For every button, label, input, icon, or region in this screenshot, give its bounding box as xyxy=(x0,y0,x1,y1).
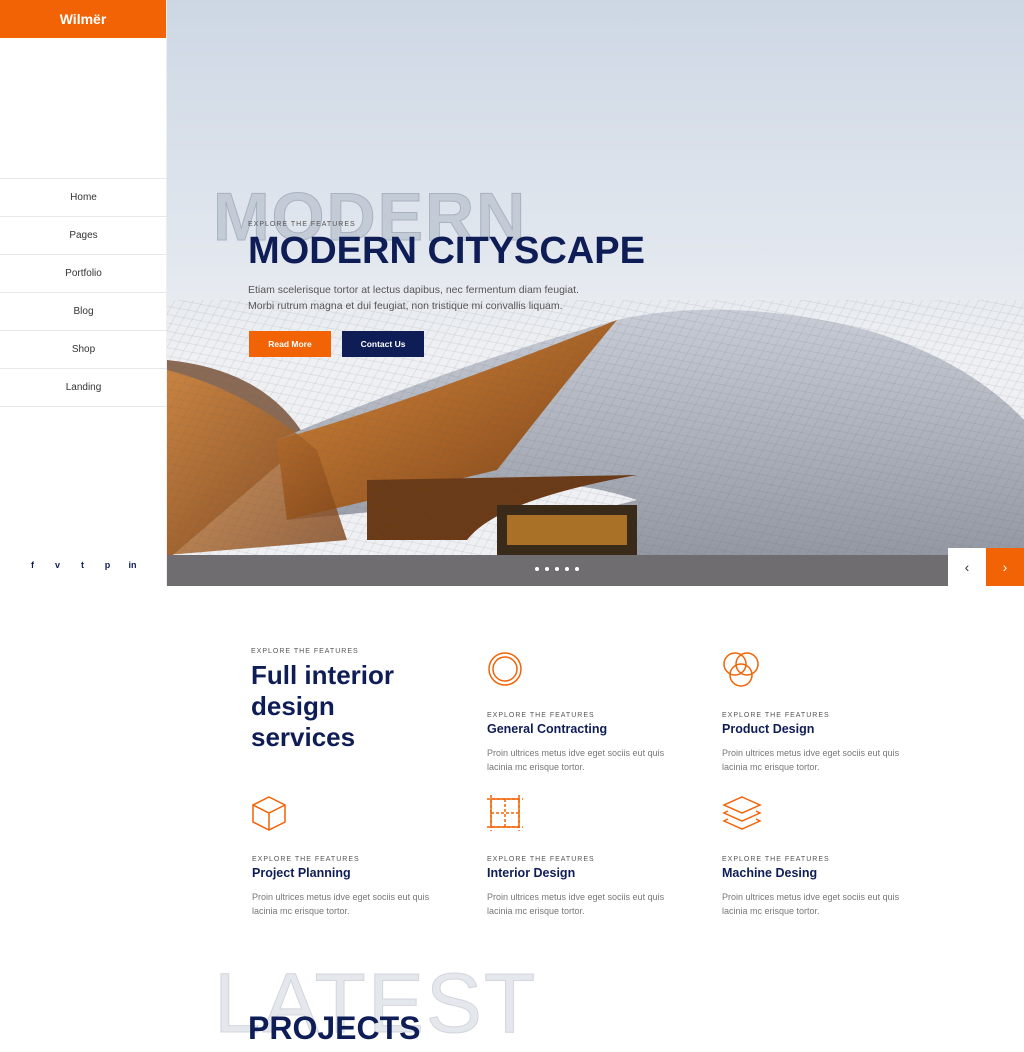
nav-pages[interactable]: Pages xyxy=(0,217,167,255)
venn-circles-icon xyxy=(723,652,759,687)
feature-eyebrow: EXPLORE THE FEATURES xyxy=(487,856,595,863)
feature-title: Machine Desing xyxy=(722,866,818,880)
pinterest-icon[interactable]: p xyxy=(95,560,120,570)
nav-landing[interactable]: Landing xyxy=(0,369,167,407)
feature-text: Proin ultrices metus idve eget sociis eu… xyxy=(722,748,900,772)
layers-icon xyxy=(722,796,762,830)
slider-dots xyxy=(535,567,579,571)
sidebar: Wilmër Home Pages Portfolio Blog Shop La… xyxy=(0,0,167,586)
feature-title: Product Design xyxy=(722,722,815,736)
contact-us-button[interactable]: Contact Us xyxy=(342,331,424,357)
feature-eyebrow: EXPLORE THE FEATURES xyxy=(722,856,830,863)
circle-icon xyxy=(488,652,522,686)
nav-home[interactable]: Home xyxy=(0,179,167,217)
feature-text: Proin ultrices metus idve eget sociis eu… xyxy=(722,892,900,916)
feature-eyebrow: EXPLORE THE FEATURES xyxy=(252,856,360,863)
prev-slide-button[interactable]: ‹ xyxy=(948,548,986,586)
nav-portfolio[interactable]: Portfolio xyxy=(0,255,167,293)
feature-eyebrow: EXPLORE THE FEATURES xyxy=(722,712,830,719)
linkedin-icon[interactable]: in xyxy=(120,560,145,570)
hero-title: MODERN CITYSCAPE xyxy=(248,230,645,272)
slider-dot[interactable] xyxy=(545,567,549,571)
feature-text: Proin ultrices metus idve eget sociis eu… xyxy=(487,892,665,916)
blueprint-icon xyxy=(487,795,523,831)
main-nav: Home Pages Portfolio Blog Shop Landing xyxy=(0,178,167,407)
hero-slider: MODERN EXPLORE THE FEATURES MODERN CITYS… xyxy=(167,0,1024,586)
vimeo-icon[interactable]: v xyxy=(45,560,70,570)
social-links: f v t p in xyxy=(20,560,145,570)
services-title: Full interior design services xyxy=(251,660,394,752)
slider-dot[interactable] xyxy=(555,567,559,571)
logo[interactable]: Wilmër xyxy=(0,0,166,38)
feature-machine-design: EXPLORE THE FEATURES Machine Desing Proi… xyxy=(722,795,902,918)
slider-dot[interactable] xyxy=(575,567,579,571)
services-eyebrow: EXPLORE THE FEATURES xyxy=(251,648,359,655)
feature-eyebrow: EXPLORE THE FEATURES xyxy=(487,712,595,719)
hero-text-line: Etiam scelerisque tortor at lectus dapib… xyxy=(248,284,579,296)
feature-title: General Contracting xyxy=(487,722,608,736)
feature-product-design: EXPLORE THE FEATURES Product Design Proi… xyxy=(722,651,902,774)
feature-text: Proin ultrices metus idve eget sociis eu… xyxy=(487,748,665,772)
projects-title: PROJECTS xyxy=(248,1010,421,1046)
feature-text: Proin ultrices metus idve eget sociis eu… xyxy=(252,892,430,916)
feature-title: Project Planning xyxy=(252,866,351,880)
slider-dot[interactable] xyxy=(535,567,539,571)
next-slide-button[interactable]: › xyxy=(986,548,1024,586)
feature-title: Interior Design xyxy=(487,866,576,880)
facebook-icon[interactable]: f xyxy=(20,560,45,570)
nav-blog[interactable]: Blog xyxy=(0,293,167,331)
slider-dot[interactable] xyxy=(565,567,569,571)
feature-general-contracting: EXPLORE THE FEATURES General Contracting… xyxy=(487,651,667,774)
feature-project-planning: EXPLORE THE FEATURES Project Planning Pr… xyxy=(252,795,432,918)
hero-text: Etiam scelerisque tortor at lectus dapib… xyxy=(248,282,608,314)
hero-eyebrow: EXPLORE THE FEATURES xyxy=(248,221,356,228)
cube-icon xyxy=(252,796,286,831)
hero-text-line: Morbi rutrum magna et dui feugiat, non t… xyxy=(248,300,563,312)
nav-shop[interactable]: Shop xyxy=(0,331,167,369)
read-more-button[interactable]: Read More xyxy=(249,331,331,357)
feature-interior-design: EXPLORE THE FEATURES Interior Design Pro… xyxy=(487,795,667,918)
twitter-icon[interactable]: t xyxy=(70,560,95,570)
